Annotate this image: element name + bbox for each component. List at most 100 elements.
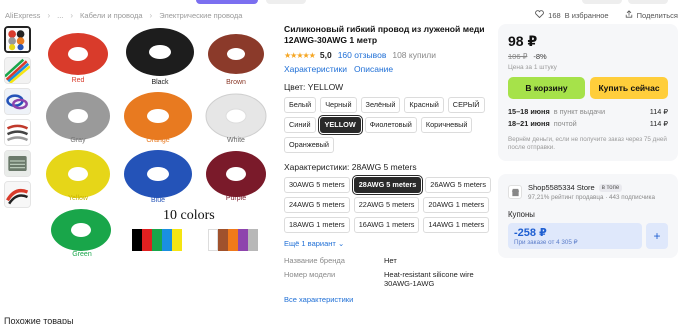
coil-label: Gray — [70, 137, 86, 144]
thumbnail-list — [4, 26, 31, 208]
color-option-chip[interactable]: Фиолетовый — [364, 117, 417, 133]
section-links: Характеристики Описание — [284, 64, 494, 74]
top-actions: 168 В избранное Поделиться — [535, 10, 678, 20]
rating-value: 5,0 — [319, 50, 332, 60]
main-product-image[interactable]: Red Black Brown Gray Orange White Yellow… — [38, 24, 270, 260]
size-option-chip[interactable]: 26AWG 5 meters — [425, 177, 491, 193]
breadcrumb-item-home[interactable]: AliExpress — [5, 11, 40, 20]
size-option-chip[interactable]: 18AWG 1 meters — [284, 217, 350, 233]
swatch — [142, 229, 152, 251]
more-variants-label: Ещё 1 вариант — [284, 239, 336, 248]
coupon[interactable]: -258 ₽ При заказе от 4 305 ₽ — [508, 223, 642, 249]
add-to-cart-button[interactable]: В корзину — [508, 77, 586, 99]
coupon-row: -258 ₽ При заказе от 4 305 ₽ + — [508, 223, 668, 249]
spec-key: Название бренда — [284, 256, 345, 265]
breadcrumb-item-ellipsis[interactable]: ... — [57, 11, 63, 20]
size-option-chip[interactable]: 30AWG 5 meters — [284, 177, 350, 193]
thumbnail-3[interactable] — [4, 88, 31, 115]
top-secondary-button-3[interactable] — [628, 0, 668, 4]
product-info: Силиконовый гибкий провод из луженой мед… — [284, 24, 494, 304]
old-price: 106 ₽ — [508, 52, 528, 61]
coil-label: White — [227, 137, 245, 144]
favorites-button[interactable]: 168 В избранное — [535, 10, 609, 20]
rating-row: ★★★★★ 5,0 160 отзывов 108 купили — [284, 50, 494, 60]
coil-label: Orange — [146, 137, 170, 144]
chevron-down-icon: ⌄ — [337, 239, 345, 248]
coupon-add-button[interactable]: + — [646, 223, 668, 249]
delivery-date: 18–21 июня — [508, 119, 550, 128]
thumbnail-1[interactable] — [4, 26, 31, 53]
coil-label: Blue — [150, 197, 165, 204]
swatch — [208, 229, 218, 251]
size-option-chip[interactable]: 22AWG 5 meters — [353, 197, 420, 213]
size-option-chip[interactable]: 28AWG 5 meters — [351, 175, 424, 195]
description-link[interactable]: Описание — [354, 64, 393, 74]
delivery-place: почтой — [553, 119, 577, 128]
color-option-chip[interactable]: СЕРЫЙ — [447, 97, 485, 113]
thumbnail-5[interactable] — [4, 150, 31, 177]
all-specs-link[interactable]: Все характеристики — [284, 295, 494, 304]
color-option-chip[interactable]: Красный — [404, 97, 444, 113]
coil-label: Red — [71, 77, 85, 84]
breadcrumb: AliExpress › ... › Кабели и провода › Эл… — [5, 11, 242, 20]
delivery-row: 15–18 июня в пункт выдачи 114 ₽ — [508, 107, 668, 116]
seller-row[interactable]: Shop5585334 Store в топе 97,21% рейтинг … — [508, 183, 668, 201]
delivery-options: 15–18 июня в пункт выдачи 114 ₽ 18–21 июн… — [508, 107, 668, 128]
discount-badge: -8% — [533, 52, 547, 61]
reviews-link[interactable]: 160 отзывов — [338, 50, 387, 60]
coil-label: Black — [151, 79, 169, 86]
spec-key: Номер модели — [284, 269, 336, 279]
swatch — [248, 229, 258, 251]
coil-label: Brown — [226, 79, 246, 86]
swatch — [228, 229, 238, 251]
color-options: Белый Черный Зелёный Красный СЕРЫЙ Синий YELLO… — [284, 97, 494, 153]
top-primary-button[interactable] — [196, 0, 258, 4]
spec-value: Heat-resistant silicone wire 30AWG-1AWG — [384, 269, 474, 289]
color-option-chip[interactable]: Зелёный — [360, 97, 401, 113]
delivery-date: 15–18 июня — [508, 107, 550, 116]
swatch — [172, 229, 182, 251]
color-option-chip[interactable]: YELLOW — [317, 115, 363, 135]
refund-note: Вернём деньги, если не получите заказ че… — [508, 136, 667, 151]
size-label: Характеристики: 28AWG 5 meters — [284, 162, 417, 172]
size-option-chip[interactable]: 20AWG 1 meters — [423, 197, 490, 213]
color-option-chip[interactable]: Коричневый — [420, 117, 473, 133]
thumbnail-4[interactable] — [4, 119, 31, 146]
delivery-row: 18–21 июня почтой 114 ₽ — [508, 119, 668, 128]
color-option-chip[interactable]: Синий — [284, 117, 316, 133]
buy-card: 98 ₽ 106 ₽ -8% Цена за 1 штуку В корзину… — [498, 24, 678, 161]
chevron-right-icon: › — [47, 11, 51, 20]
coupon-condition: При заказе от 4 305 ₽ — [514, 239, 578, 246]
specs-table: Название бренда Нет Номер модели Heat-re… — [284, 256, 484, 289]
delivery-price: 114 ₽ — [649, 107, 668, 116]
color-option-chip[interactable]: Оранжевый — [284, 137, 334, 153]
size-option-chip[interactable]: 24AWG 5 meters — [284, 197, 350, 213]
top-secondary-button[interactable] — [266, 0, 306, 4]
unit-note: Цена за 1 штуку — [508, 64, 557, 71]
price-old-row: 106 ₽ -8% — [508, 52, 668, 61]
more-variants-link[interactable]: Ещё 1 вариант ⌄ — [284, 239, 494, 248]
breadcrumb-item-cables[interactable]: Кабели и провода — [80, 11, 142, 20]
top-secondary-button-2[interactable] — [582, 0, 622, 4]
delivery-place: в пункт выдачи — [553, 107, 606, 116]
similar-products-heading: Похожие товары — [4, 316, 74, 324]
breadcrumb-item-wires[interactable]: Электрические провода — [159, 11, 242, 20]
seller-card: Shop5585334 Store в топе 97,21% рейтинг … — [498, 174, 678, 258]
thumbnail-6[interactable] — [4, 181, 31, 208]
size-option-chip[interactable]: 16AWG 1 meters — [353, 217, 420, 233]
favorites-label: В избранное — [564, 10, 609, 20]
spec-row: Номер модели Heat-resistant silicone wir… — [284, 270, 484, 289]
coil-label: Yellow — [68, 195, 88, 202]
top-strip — [0, 0, 690, 5]
size-option-chip[interactable]: 14AWG 1 meters — [423, 217, 490, 233]
share-button[interactable]: Поделиться — [625, 10, 678, 20]
coil-label: Green — [72, 251, 92, 258]
color-option-chip[interactable]: Белый — [284, 97, 317, 113]
store-icon — [508, 185, 522, 199]
swatch — [152, 229, 162, 251]
coil-label: Purple — [225, 195, 247, 202]
thumbnail-2[interactable] — [4, 57, 31, 84]
specs-link[interactable]: Характеристики — [284, 64, 347, 74]
buy-now-button[interactable]: Купить сейчас — [590, 77, 668, 99]
color-option-chip[interactable]: Черный — [320, 97, 357, 113]
